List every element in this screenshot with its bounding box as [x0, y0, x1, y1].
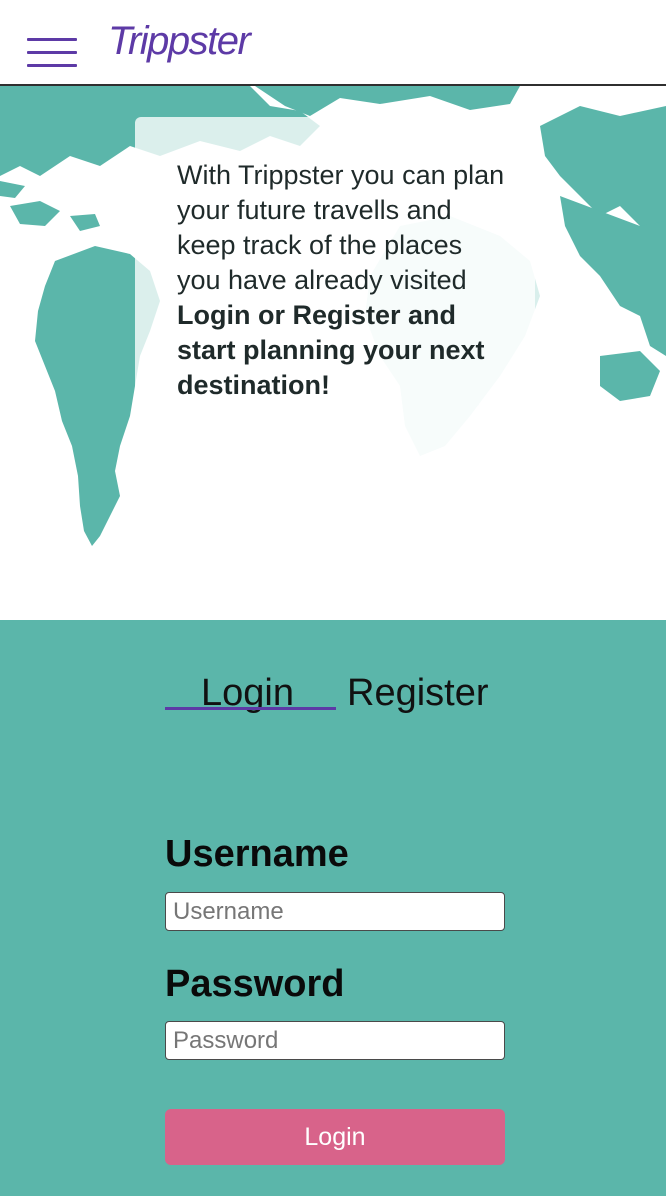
username-input[interactable] [165, 892, 505, 931]
auth-section: Login Register Username Password Login [0, 620, 666, 1196]
username-label: Username [165, 833, 349, 875]
intro-text: With Trippster you can plan your future … [177, 158, 507, 403]
hero-section: With Trippster you can plan your future … [0, 86, 666, 620]
caribbean-islands-shape [0, 181, 100, 231]
password-input[interactable] [165, 1021, 505, 1060]
menu-bar-bottom [27, 64, 77, 67]
menu-bar-top [27, 38, 77, 41]
auth-tabs: Login Register [165, 670, 505, 720]
app-header: Trippster [0, 0, 666, 86]
australia-shape [600, 351, 660, 401]
active-tab-indicator [165, 707, 336, 710]
brand-logo[interactable]: Trippster [108, 18, 251, 64]
intro-plain-text: With Trippster you can plan your future … [177, 160, 505, 295]
password-label: Password [165, 963, 345, 1005]
intro-bold-text: Login or Register and start planning you… [177, 300, 485, 400]
hamburger-menu-icon[interactable] [27, 38, 77, 68]
tab-register[interactable]: Register [347, 670, 489, 716]
login-button[interactable]: Login [165, 1109, 505, 1165]
menu-bar-middle [27, 51, 77, 54]
